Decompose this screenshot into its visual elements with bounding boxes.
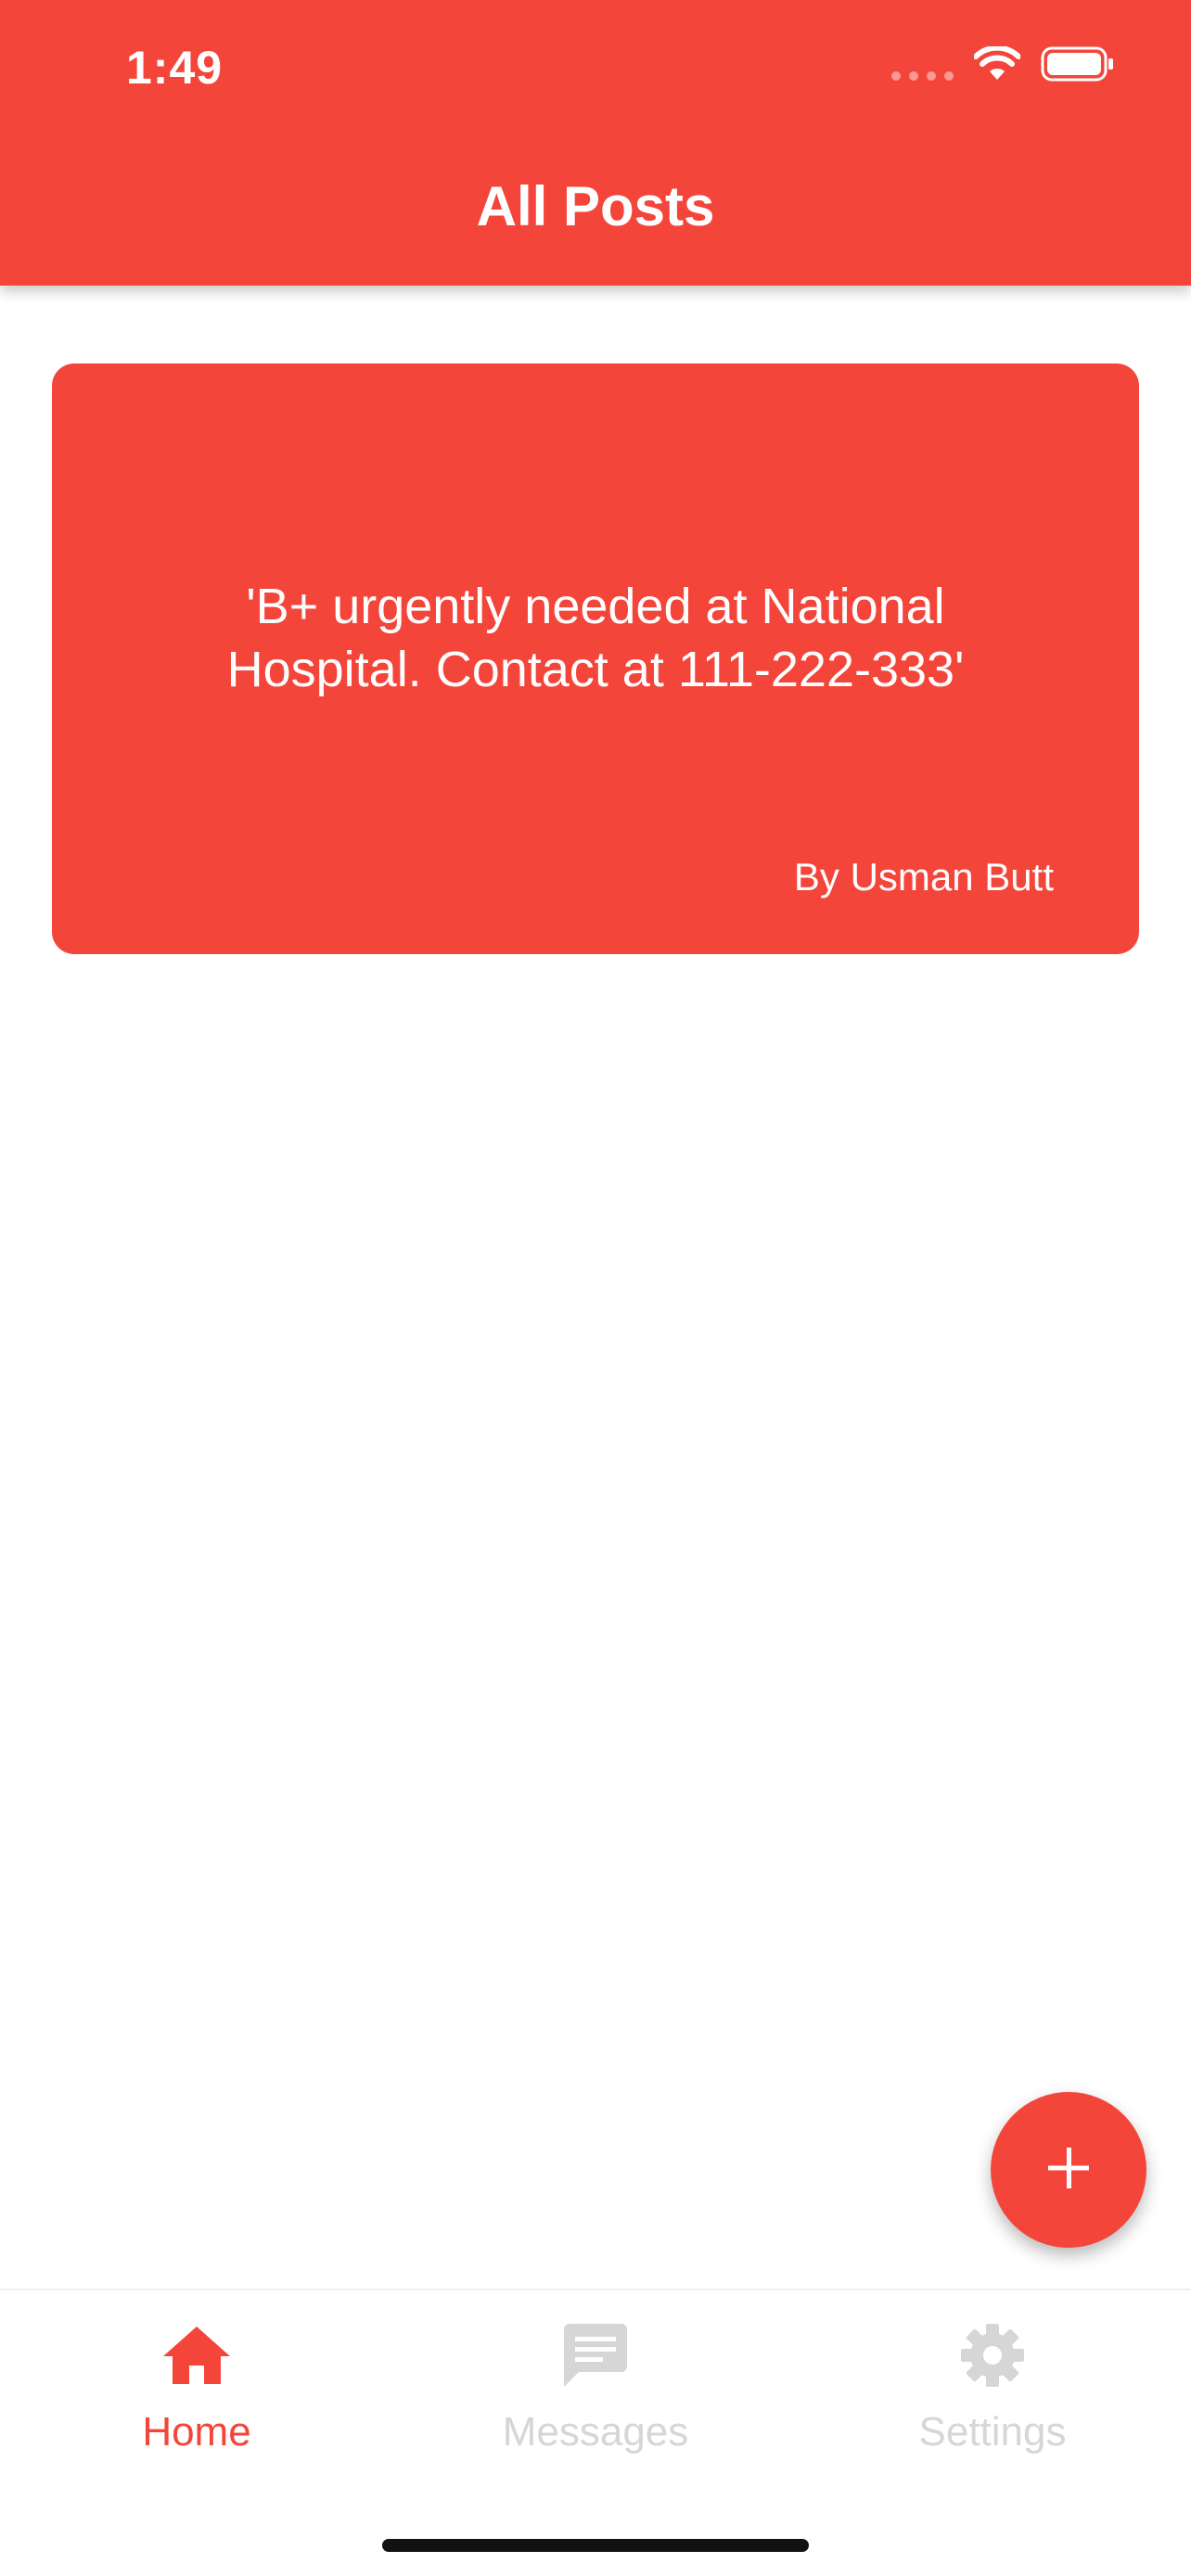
nav-label-messages: Messages	[502, 2409, 689, 2455]
wifi-icon	[973, 45, 1021, 86]
status-time: 1:49	[126, 42, 224, 94]
nav-item-settings[interactable]: Settings	[853, 2318, 1132, 2485]
signal-dots-icon	[891, 70, 954, 81]
post-author: By Usman Butt	[793, 855, 1054, 899]
chat-icon	[558, 2318, 633, 2392]
plus-icon	[1046, 2146, 1091, 2195]
battery-icon	[1041, 46, 1115, 86]
bottom-navigation: Home Messages Settings	[0, 2289, 1191, 2576]
nav-label-settings: Settings	[918, 2409, 1067, 2455]
nav-item-messages[interactable]: Messages	[456, 2318, 735, 2485]
post-text: 'B+ urgently needed at National Hospital…	[226, 579, 965, 697]
gear-icon	[955, 2318, 1030, 2392]
page-title: All Posts	[476, 175, 715, 237]
home-indicator[interactable]	[382, 2539, 809, 2552]
status-icons	[891, 45, 1115, 86]
nav-label-home: Home	[142, 2409, 251, 2455]
home-icon	[160, 2318, 234, 2392]
app-header: 1:49 All Posts	[0, 0, 1191, 286]
app-screen: 1:49 All Posts 'B+ urgently needed at Na…	[0, 0, 1191, 2576]
add-post-button[interactable]	[991, 2092, 1146, 2248]
post-card[interactable]: 'B+ urgently needed at National Hospital…	[52, 363, 1139, 954]
nav-item-home[interactable]: Home	[58, 2318, 336, 2485]
